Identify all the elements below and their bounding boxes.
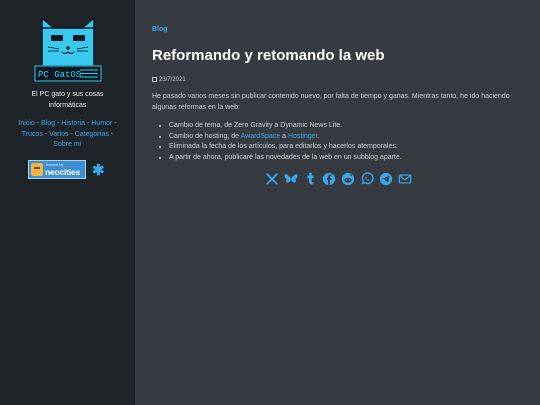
post-intro: He pasado varios meses sin publicar cont…	[152, 93, 510, 111]
neocities-cat-icon	[31, 163, 43, 176]
share-buttons	[264, 171, 413, 187]
logo-text: PC GatOS	[38, 70, 81, 80]
email-icon[interactable]	[397, 171, 413, 187]
nav-categorias[interactable]: Categorías	[75, 131, 109, 138]
list-item-text: A partir de ahora, publicaré las novedad…	[169, 153, 402, 161]
badge-big-text: neocities	[45, 167, 81, 177]
nav-varios[interactable]: Varios	[49, 131, 68, 138]
list-item: Eliminada la fecha de los artículos, par…	[169, 142, 539, 153]
nav-historia[interactable]: Historia	[61, 120, 85, 127]
hostinger-link[interactable]: Hostinger	[288, 133, 318, 140]
list-item-text: Cambio de hosting, de	[169, 132, 241, 140]
list-item: Cambio de hosting, de AwardSpace a Hosti…	[169, 132, 539, 143]
list-item: Cambio de tema, de Zero Gravity a Dynami…	[169, 121, 539, 132]
reddit-icon[interactable]	[340, 171, 356, 187]
sidebar-badges: hosted by neocities ✱	[28, 160, 108, 182]
post-title: Reformando y retomando la web	[152, 47, 385, 64]
site-nav: Inicio - Blog - Historia - Humor - Truco…	[14, 119, 121, 151]
list-item-text: Eliminada la fecha de los artículos, par…	[169, 143, 398, 150]
facebook-icon[interactable]	[321, 171, 337, 187]
site-tagline: El PC gato y sus cosas informáticas	[31, 91, 104, 109]
pc-gatos-logo[interactable]: PC GatOS	[32, 16, 104, 82]
list-item-text: a	[280, 132, 288, 140]
post-date: 23/7/2021	[152, 77, 186, 83]
nav-inicio[interactable]: Inicio	[18, 120, 34, 127]
asterisk-icon[interactable]: ✱	[92, 161, 105, 179]
list-item-text: Cambio de tema, de Zero Gravity a Dynami…	[169, 122, 343, 129]
neocities-badge[interactable]: hosted by neocities	[28, 160, 86, 179]
tumblr-icon[interactable]	[302, 171, 318, 187]
x-icon[interactable]	[264, 171, 280, 187]
nav-separator: -	[108, 130, 114, 138]
list-item-text: .	[317, 132, 320, 140]
post-category-link[interactable]: Blog	[152, 26, 168, 33]
telegram-icon[interactable]	[378, 171, 394, 187]
nav-trucos[interactable]: Trucos	[22, 131, 43, 138]
nav-sobre-mi[interactable]: Sobre mí	[53, 141, 81, 148]
post-date-text: 23/7/2021	[159, 77, 186, 83]
whatsapp-icon[interactable]	[359, 171, 375, 187]
calendar-icon	[152, 77, 157, 82]
nav-blog[interactable]: Blog	[41, 120, 55, 127]
bluesky-icon[interactable]	[283, 171, 299, 187]
nav-separator: -	[112, 120, 117, 127]
nav-humor[interactable]: Humor	[91, 120, 112, 127]
awardspace-link[interactable]: AwardSpace	[241, 133, 281, 140]
list-item: A partir de ahora, publicaré las novedad…	[169, 153, 539, 164]
sidebar: PC GatOS El PC gato y sus cosas informát…	[0, 0, 135, 405]
changes-list: Cambio de tema, de Zero Gravity a Dynami…	[152, 121, 539, 163]
